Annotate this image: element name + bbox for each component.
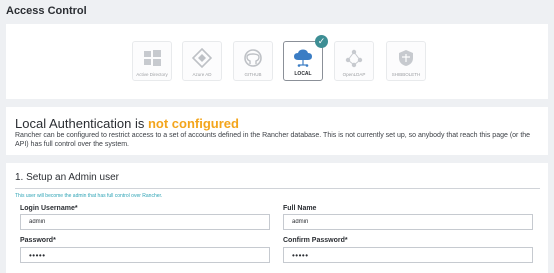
selected-check-icon: ✓ <box>315 35 328 48</box>
provider-tile-active-directory[interactable]: Active Directory <box>132 41 172 81</box>
provider-tile-shibboleth[interactable]: SHIBBOLETH <box>386 41 426 81</box>
provider-label: OpenLDAP <box>342 72 366 77</box>
github-icon <box>244 49 262 67</box>
openldap-icon <box>345 49 363 68</box>
login-username-input[interactable] <box>20 214 270 230</box>
status-description: Rancher can be configured to restrict ac… <box>15 132 531 148</box>
provider-tile-local[interactable]: LOCAL ✓ <box>283 35 328 81</box>
provider-label: Active Directory <box>136 72 168 77</box>
password-label: Password* <box>20 237 56 244</box>
page-title: Access Control <box>6 5 87 17</box>
admin-setup-panel: 1. Setup an Admin user This user will be… <box>6 163 548 273</box>
status-panel: Local Authentication is not configured R… <box>6 107 548 155</box>
provider-label: Azure AD <box>192 72 212 77</box>
section-hint: This user will become the admin that has… <box>15 193 163 199</box>
password-input[interactable] <box>20 247 270 263</box>
confirm-password-label: Confirm Password* <box>283 237 348 244</box>
section-title: 1. Setup an Admin user <box>15 172 119 183</box>
full-name-label: Full Name <box>283 205 317 212</box>
auth-provider-panel: Active Directory Azure AD GITHUB LOCAL ✓… <box>6 24 548 99</box>
azure-icon <box>192 48 212 68</box>
section-divider <box>15 188 540 189</box>
status-heading-prefix: Local Authentication is <box>15 116 148 131</box>
local-icon <box>294 49 312 67</box>
windows-icon <box>144 50 161 66</box>
provider-label: SHIBBOLETH <box>391 72 421 77</box>
status-heading: Local Authentication is not configured <box>15 116 239 131</box>
confirm-password-input[interactable] <box>283 247 533 263</box>
provider-label: GITHUB <box>244 72 262 77</box>
provider-tile-github[interactable]: GITHUB <box>233 41 273 81</box>
provider-tile-azure-ad[interactable]: Azure AD <box>182 41 222 81</box>
provider-label: LOCAL <box>294 71 312 77</box>
shibboleth-icon <box>399 50 413 66</box>
provider-tile-openldap[interactable]: OpenLDAP <box>334 41 374 81</box>
full-name-input[interactable] <box>283 214 533 230</box>
status-badge: not configured <box>147 116 239 131</box>
login-username-label: Login Username* <box>20 205 78 212</box>
